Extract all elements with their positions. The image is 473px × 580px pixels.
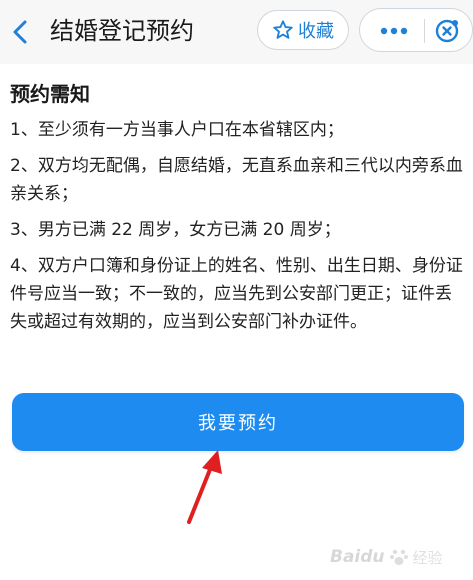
watermark-sub: 经验 (412, 548, 443, 567)
red-arrow-annotation-icon (187, 450, 222, 524)
reserve-button[interactable]: 我要预约 (12, 393, 464, 451)
page-title: 结婚登记预约 (50, 17, 194, 45)
more-button[interactable] (376, 17, 412, 45)
star-icon (273, 20, 293, 39)
favorite-button[interactable]: 收藏 (257, 10, 349, 50)
notice-item: 2、双方均无配偶，自愿结婚，无直系血亲和三代以内旁系血亲关系； (10, 156, 463, 204)
notice-item: 3、男方已满 22 周岁，女方已满 20 周岁； (10, 220, 341, 240)
notice-list: 1、至少须有一方当事人户口在本省辖区内； 2、双方均无配偶，自愿结婚，无直系血亲… (10, 116, 466, 344)
mini-program-capsule (359, 8, 473, 52)
close-button[interactable] (430, 17, 464, 45)
notice-item: 4、双方户口簿和身份证上的姓名、性别、出生日期、身份证件号应当一致；不一致的，应… (10, 256, 463, 332)
baidu-watermark: Baidu 经验 (330, 540, 443, 574)
favorite-label: 收藏 (298, 21, 334, 42)
back-button[interactable] (8, 18, 32, 46)
watermark-brand: Baidu (330, 547, 385, 567)
close-target-icon (435, 19, 459, 43)
notice-item: 1、至少须有一方当事人户口在本省辖区内； (10, 120, 344, 140)
paw-logo-icon (389, 549, 408, 565)
capsule-divider (424, 19, 425, 43)
top-nav-bar: 结婚登记预约 收藏 (0, 0, 473, 64)
chevron-left-icon (13, 20, 27, 44)
more-dots-icon (380, 27, 408, 35)
reserve-button-label: 我要预约 (198, 413, 278, 434)
section-title: 预约需知 (10, 82, 90, 106)
